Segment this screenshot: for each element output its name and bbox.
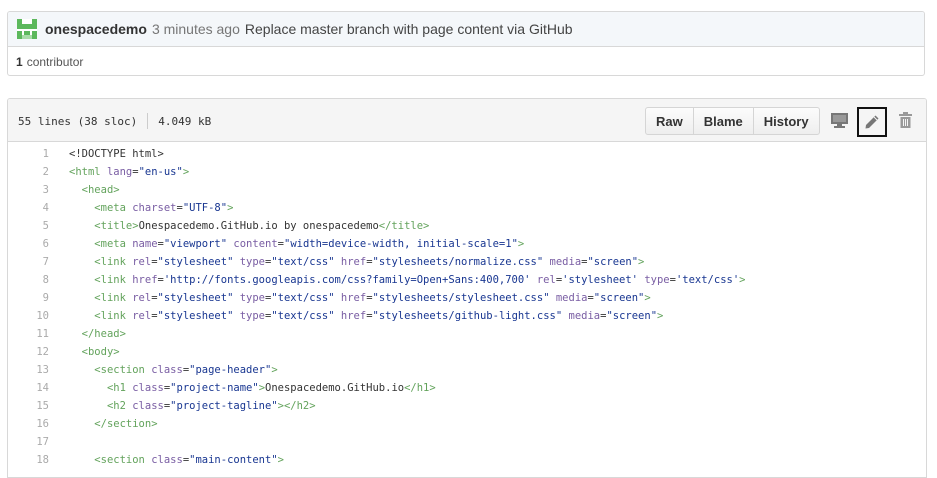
line-number[interactable]: 7 xyxy=(8,256,49,268)
blame-button[interactable]: Blame xyxy=(692,108,753,134)
code-line: 6 <meta name="viewport" content="width=d… xyxy=(8,235,926,253)
trash-icon[interactable] xyxy=(894,109,916,131)
line-number[interactable]: 15 xyxy=(8,400,49,412)
file-actions-group: Raw Blame History xyxy=(645,107,820,135)
line-source: <section class="page-header"> xyxy=(94,364,278,376)
line-source: <h1 class="project-name">Onespacedemo.Gi… xyxy=(106,382,436,394)
line-number[interactable]: 6 xyxy=(8,238,49,250)
line-number[interactable]: 2 xyxy=(8,166,49,178)
line-source: <section class="main-content"> xyxy=(94,454,284,466)
code-lines: 1 <!DOCTYPE html> 2 <html lang="en-us"> 3 <h… xyxy=(8,142,926,469)
history-button[interactable]: History xyxy=(752,108,819,134)
pencil-icon[interactable] xyxy=(857,107,887,137)
desktop-icon[interactable] xyxy=(828,109,850,131)
line-source: <link href='http://fonts.googleapis.com/… xyxy=(94,274,746,286)
line-source: <link rel="stylesheet" type="text/css" h… xyxy=(94,256,645,268)
code-line: 11 </head> xyxy=(8,325,926,343)
code-line: 14 <h1 class="project-name">Onespacedemo… xyxy=(8,379,926,397)
code-line: 8 <link href='http://fonts.googleapis.co… xyxy=(8,271,926,289)
file-viewer: 55 lines (38 sloc) 4.049 kB Raw Blame Hi… xyxy=(7,98,927,478)
commit-time: 3 minutes ago xyxy=(151,21,240,37)
raw-button[interactable]: Raw xyxy=(646,108,693,134)
code-line: 4 <meta charset="UTF-8"> xyxy=(8,199,926,217)
line-source: <link rel="stylesheet" type="text/css" h… xyxy=(94,292,651,304)
line-number[interactable]: 4 xyxy=(8,202,49,214)
line-source: <title>Onespacedemo.GitHub.io by onespac… xyxy=(94,220,430,232)
commit-author[interactable]: onespacedemo xyxy=(45,21,147,37)
file-header: 55 lines (38 sloc) 4.049 kB Raw Blame Hi… xyxy=(8,99,926,142)
line-number[interactable]: 1 xyxy=(8,148,49,160)
line-source: <html lang="en-us"> xyxy=(69,166,190,178)
line-source: <head> xyxy=(81,184,120,196)
line-number[interactable]: 16 xyxy=(8,418,49,430)
line-number[interactable]: 17 xyxy=(8,436,49,448)
code-line: 13 <section class="page-header"> xyxy=(8,361,926,379)
line-number[interactable]: 14 xyxy=(8,382,49,394)
line-source: <meta name="viewport" content="width=dev… xyxy=(94,238,525,250)
contributors-label: contributor xyxy=(26,54,84,69)
line-source: <meta charset="UTF-8"> xyxy=(94,202,234,214)
line-source: <!DOCTYPE html> xyxy=(69,148,164,160)
line-number[interactable]: 5 xyxy=(8,220,49,232)
commit-tease: onespacedemo 3 minutes ago Replace maste… xyxy=(7,11,925,76)
commit-header: onespacedemo 3 minutes ago Replace maste… xyxy=(8,12,924,47)
line-number[interactable]: 8 xyxy=(8,274,49,286)
code-line: 17 xyxy=(8,433,926,451)
file-size: 4.049 kB xyxy=(158,114,212,128)
code-line: 15 <h2 class="project-tagline"></h2> xyxy=(8,397,926,415)
code-line: 10 <link rel="stylesheet" type="text/css… xyxy=(8,307,926,325)
line-number[interactable]: 10 xyxy=(8,310,49,322)
line-source: <body> xyxy=(81,346,120,358)
line-number[interactable]: 13 xyxy=(8,364,49,376)
code-line: 1 <!DOCTYPE html> xyxy=(8,145,926,163)
contributors-summary[interactable]: 1 contributor xyxy=(8,47,924,75)
avatar[interactable] xyxy=(17,19,37,39)
code-line: 2 <html lang="en-us"> xyxy=(8,163,926,181)
line-number[interactable]: 12 xyxy=(8,346,49,358)
line-source: </head> xyxy=(81,328,126,340)
code-line: 18 <section class="main-content"> xyxy=(8,451,926,469)
file-info-divider xyxy=(147,113,149,129)
line-number[interactable]: 11 xyxy=(8,328,49,340)
line-source: <link rel="stylesheet" type="text/css" h… xyxy=(94,310,664,322)
code-view: 1 <!DOCTYPE html> 2 <html lang="en-us"> 3 <h… xyxy=(8,142,926,469)
code-line: 7 <link rel="stylesheet" type="text/css"… xyxy=(8,253,926,271)
code-line: 3 <head> xyxy=(8,181,926,199)
line-number[interactable]: 3 xyxy=(8,184,49,196)
code-line: 9 <link rel="stylesheet" type="text/css"… xyxy=(8,289,926,307)
line-source: </section> xyxy=(94,418,158,430)
file-info: 55 lines (38 sloc) 4.049 kB xyxy=(18,113,211,129)
commit-message[interactable]: Replace master branch with page content … xyxy=(245,21,573,37)
contributors-count: 1 xyxy=(16,54,23,69)
code-line: 5 <title>Onespacedemo.GitHub.io by onesp… xyxy=(8,217,926,235)
code-line: 12 <body> xyxy=(8,343,926,361)
code-line: 16 </section> xyxy=(8,415,926,433)
line-number[interactable]: 18 xyxy=(8,454,49,466)
line-source: <h2 class="project-tagline"></h2> xyxy=(106,400,316,412)
line-number[interactable]: 9 xyxy=(8,292,49,304)
file-lines-info: 55 lines (38 sloc) xyxy=(18,114,138,128)
